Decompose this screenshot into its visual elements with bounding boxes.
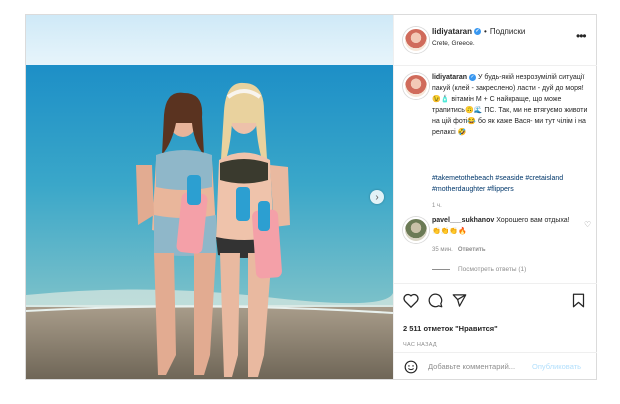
dot-separator: • [484, 27, 487, 36]
follow-button[interactable]: Подписки [490, 27, 525, 36]
post-photo[interactable]: › [26, 15, 393, 379]
comment-time: 35 мин. [432, 247, 453, 253]
emoji-icon[interactable] [404, 360, 418, 374]
beach-photo-image [26, 15, 393, 379]
location-link[interactable]: Crete, Greece. [432, 40, 475, 47]
caption-time: 1 ч. [432, 203, 442, 209]
instagram-post: › lidiyataran ✓ • Подписки Crete, Greece. •… [25, 14, 597, 380]
avatar[interactable] [403, 27, 429, 53]
verified-icon: ✓ [474, 28, 482, 36]
view-replies-link[interactable]: Посмотреть ответы (1) [432, 266, 526, 273]
comment: pavel___sukhanov Хорошего вам отдыха! 👏👏… [432, 215, 572, 237]
comment-username[interactable]: pavel___sukhanov [432, 217, 494, 224]
view-replies-label: Посмотреть ответы (1) [458, 266, 527, 273]
hashtags[interactable]: #takemetothebeach #seaside #cretaisland … [432, 173, 590, 195]
comment-input[interactable]: Добавьте комментарий... [428, 362, 515, 371]
caption: lidiyataran ✓ У будь-якій незрозумілій си… [432, 72, 590, 138]
add-comment-bar: Добавьте комментарий... Опубликовать [394, 352, 597, 381]
post-side-panel: lidiyataran ✓ • Подписки Crete, Greece. •••… [393, 15, 597, 379]
publish-button[interactable]: Опубликовать [532, 362, 581, 371]
verified-icon: ✓ [469, 73, 477, 81]
caption-username[interactable]: lidiyataran [432, 74, 467, 81]
caption-avatar[interactable] [403, 73, 429, 99]
replies-line [432, 268, 450, 270]
comment-like-heart-icon[interactable]: ♡ [584, 220, 591, 229]
next-photo-arrow-icon[interactable]: › [370, 190, 384, 204]
comment-icon[interactable] [428, 293, 443, 308]
bookmark-icon[interactable] [572, 293, 585, 308]
actions-bar: 2 511 отметок "Нравится" ЧАС НАЗАД Добав… [394, 283, 597, 380]
caption-text: У будь-якій незрозумілій ситуації пакуй … [432, 74, 588, 136]
post-header: lidiyataran ✓ • Подписки Crete, Greece. ••• [394, 15, 597, 66]
more-icon[interactable]: ••• [576, 29, 587, 43]
commenter-avatar[interactable] [403, 217, 429, 243]
posted-ago: ЧАС НАЗАД [403, 342, 437, 348]
reply-button[interactable]: Ответить [458, 247, 486, 253]
comment-meta: 35 мин. Ответить [432, 247, 486, 253]
share-icon[interactable] [452, 293, 467, 308]
likes-count[interactable]: 2 511 отметок "Нравится" [403, 324, 498, 333]
username-header[interactable]: lidiyataran ✓ • Подписки [432, 27, 525, 36]
heart-icon[interactable] [403, 293, 419, 308]
